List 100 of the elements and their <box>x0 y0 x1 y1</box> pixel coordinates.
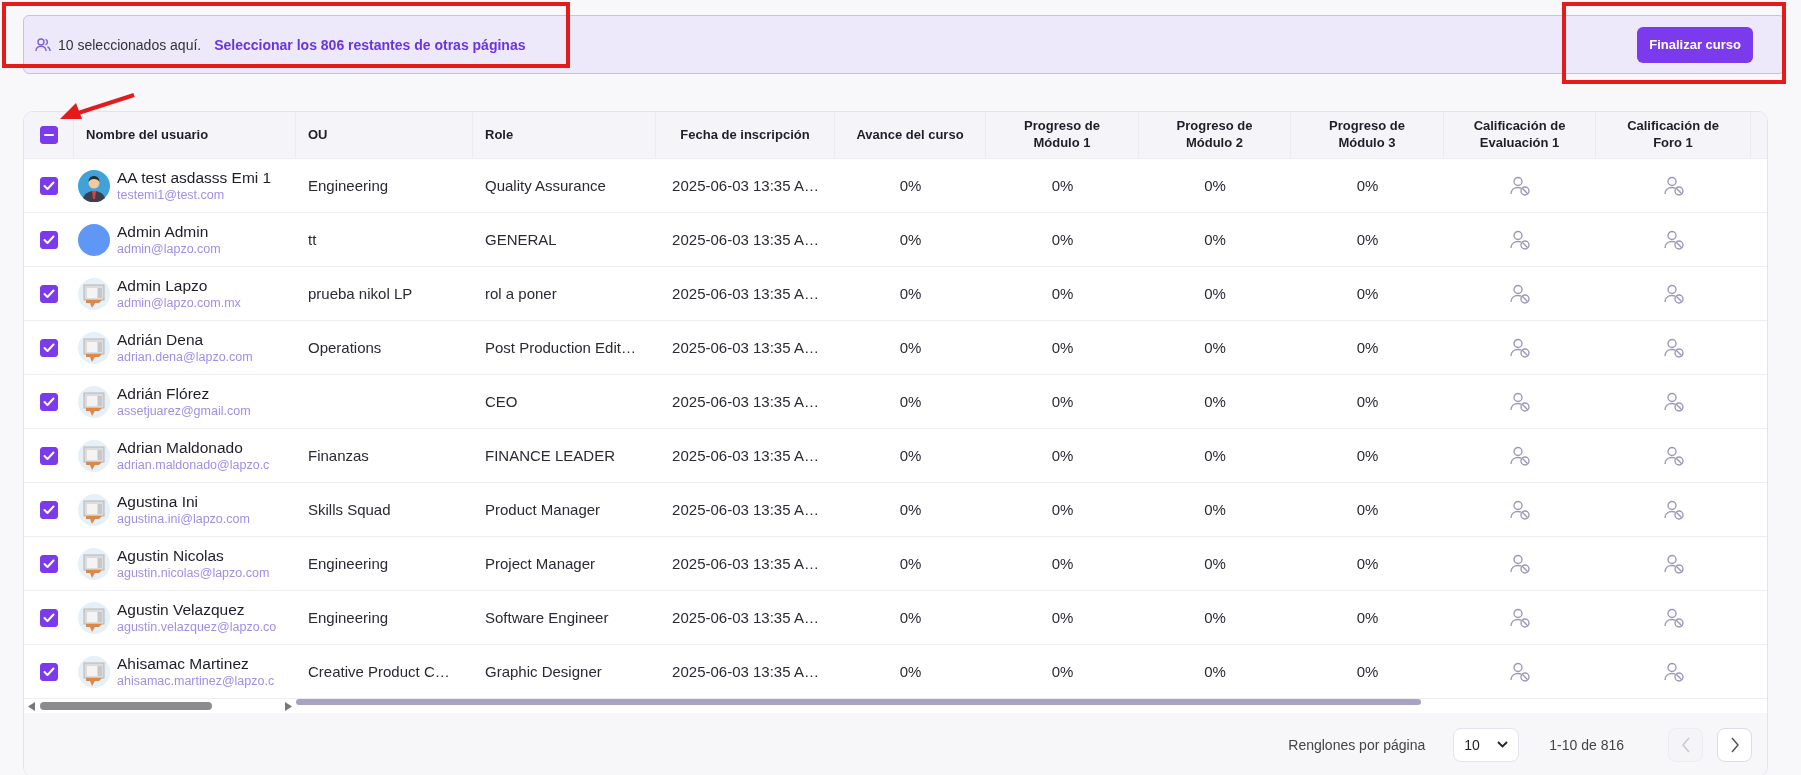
user-blocked-icon <box>1509 175 1531 196</box>
select-remaining-link[interactable]: Seleccionar los 806 restantes de otras páginas <box>214 36 526 53</box>
column-header[interactable]: OU <box>308 126 328 144</box>
user-email: adrian.maldonado@lapzo.c <box>117 458 270 472</box>
table-cell: 0% <box>899 447 922 464</box>
table-cell: Product Manager <box>485 501 601 518</box>
table-cell: 0% <box>899 663 922 680</box>
check-icon <box>43 234 55 245</box>
check-icon <box>43 666 55 677</box>
column-header[interactable]: Avance del curso <box>856 126 964 144</box>
person-avatar-icon <box>78 169 110 202</box>
table-cell: 2025-06-03 13:35 A… <box>672 663 819 680</box>
user-email: adrian.dena@lapzo.com <box>117 350 253 364</box>
check-icon <box>43 180 55 191</box>
select-all-checkbox[interactable] <box>39 126 58 144</box>
user-blocked-icon <box>1509 445 1531 466</box>
scroll-left-icon[interactable] <box>28 701 35 711</box>
selection-count: 10 seleccionados aquí. <box>58 36 202 53</box>
check-icon <box>43 450 55 461</box>
table-cell: CEO <box>485 393 518 410</box>
user-name: Admin Lapzo <box>117 277 209 295</box>
user-blocked-icon <box>1662 607 1685 628</box>
row-checkbox[interactable] <box>40 446 58 465</box>
chevron-left-icon <box>1680 736 1691 753</box>
scroll-right-icon[interactable] <box>285 701 292 711</box>
user-blocked-icon <box>1509 391 1531 412</box>
finish-course-button[interactable]: Finalizar curso <box>1637 26 1753 63</box>
column-header[interactable]: Progreso de Módulo 3 <box>1317 118 1417 152</box>
table-cell: 0% <box>1051 285 1074 302</box>
user-email: testemi1@test.com <box>117 188 226 202</box>
rows-per-page-select[interactable]: 10 <box>1453 727 1520 762</box>
user-email: admin@lapzo.com.mx <box>117 296 241 310</box>
table-cell: 0% <box>1204 231 1226 248</box>
table-cell: prueba nikol LP <box>308 285 413 302</box>
user-blocked-icon <box>1662 283 1685 304</box>
column-header[interactable]: Progreso de Módulo 1 <box>1012 118 1112 152</box>
table-cell: Quality Assurance <box>485 177 606 194</box>
user-name: Adrian Maldonado <box>117 439 244 457</box>
user-blocked-icon <box>1662 553 1685 574</box>
column-header[interactable]: Calificación de Evaluación 1 <box>1470 118 1569 152</box>
table-cell: 0% <box>899 555 922 572</box>
table-cell: 2025-06-03 13:35 A… <box>672 447 819 464</box>
scrollbar-thumb[interactable] <box>40 702 212 710</box>
user-blocked-icon <box>1662 661 1685 682</box>
blank-avatar-icon <box>78 223 110 256</box>
table-cell: 0% <box>899 339 922 356</box>
table-cell: 0% <box>1051 177 1074 194</box>
column-header[interactable]: Nombre del usuario <box>86 126 209 144</box>
table-cell: 0% <box>1204 177 1226 194</box>
table-cell: Engineering <box>308 609 389 626</box>
table-cell: 2025-06-03 13:35 A… <box>672 285 819 302</box>
table-cell: 0% <box>1051 501 1074 518</box>
table-cell: Creative Product C… <box>308 663 450 680</box>
page-range: 1-10 de 816 <box>1549 736 1624 753</box>
user-email: admin@lapzo.com <box>117 242 221 256</box>
table-cell: 0% <box>1204 285 1226 302</box>
row-checkbox[interactable] <box>40 230 58 249</box>
user-blocked-icon <box>1662 337 1685 358</box>
table-cell: 2025-06-03 13:35 A… <box>672 177 819 194</box>
table-cell: 0% <box>1204 609 1226 626</box>
table-cell: Post Production Edit… <box>485 339 636 356</box>
table-cell: Software Engineer <box>485 609 609 626</box>
column-header[interactable]: Calificación de Foro 1 <box>1622 118 1724 152</box>
row-checkbox[interactable] <box>40 608 58 627</box>
table-cell: 0% <box>899 177 922 194</box>
table-cell: 0% <box>899 231 922 248</box>
row-checkbox[interactable] <box>40 284 58 303</box>
table-cell: 0% <box>1204 393 1226 410</box>
check-icon <box>43 396 55 407</box>
table-cell: 0% <box>899 285 922 302</box>
table-cell: 0% <box>1204 501 1226 518</box>
table-cell: Engineering <box>308 177 389 194</box>
board-avatar-icon <box>78 331 110 364</box>
column-header[interactable]: Fecha de inscripción <box>680 126 810 144</box>
row-checkbox[interactable] <box>40 662 58 681</box>
table-cell: rol a poner <box>485 285 557 302</box>
scrollbar-thumb[interactable] <box>296 699 1421 705</box>
check-icon <box>43 288 55 299</box>
table-cell: 0% <box>1356 339 1379 356</box>
row-checkbox[interactable] <box>40 176 58 195</box>
table-cell: Engineering <box>308 555 389 572</box>
row-checkbox[interactable] <box>40 500 58 519</box>
column-header[interactable]: Role <box>485 126 514 144</box>
column-header[interactable]: Progreso de Módulo 2 <box>1165 118 1264 152</box>
user-blocked-icon <box>1662 445 1685 466</box>
user-email: agustin.nicolas@lapzo.com <box>117 566 270 580</box>
table-cell: Project Manager <box>485 555 596 572</box>
user-email: ahisamac.martinez@lapzo.c <box>117 674 275 688</box>
check-icon <box>43 342 55 353</box>
chevron-right-icon <box>1729 736 1740 753</box>
table-cell: 2025-06-03 13:35 A… <box>672 393 819 410</box>
table-cell: 2025-06-03 13:35 A… <box>672 339 819 356</box>
row-checkbox[interactable] <box>40 554 58 573</box>
next-page-button[interactable] <box>1717 727 1752 762</box>
user-name: Agustina Ini <box>117 493 199 511</box>
row-checkbox[interactable] <box>40 392 58 411</box>
table-cell: Graphic Designer <box>485 663 602 680</box>
table-cell: 0% <box>1356 663 1379 680</box>
user-email: assetjuarez@gmail.com <box>117 404 251 418</box>
row-checkbox[interactable] <box>40 338 58 357</box>
